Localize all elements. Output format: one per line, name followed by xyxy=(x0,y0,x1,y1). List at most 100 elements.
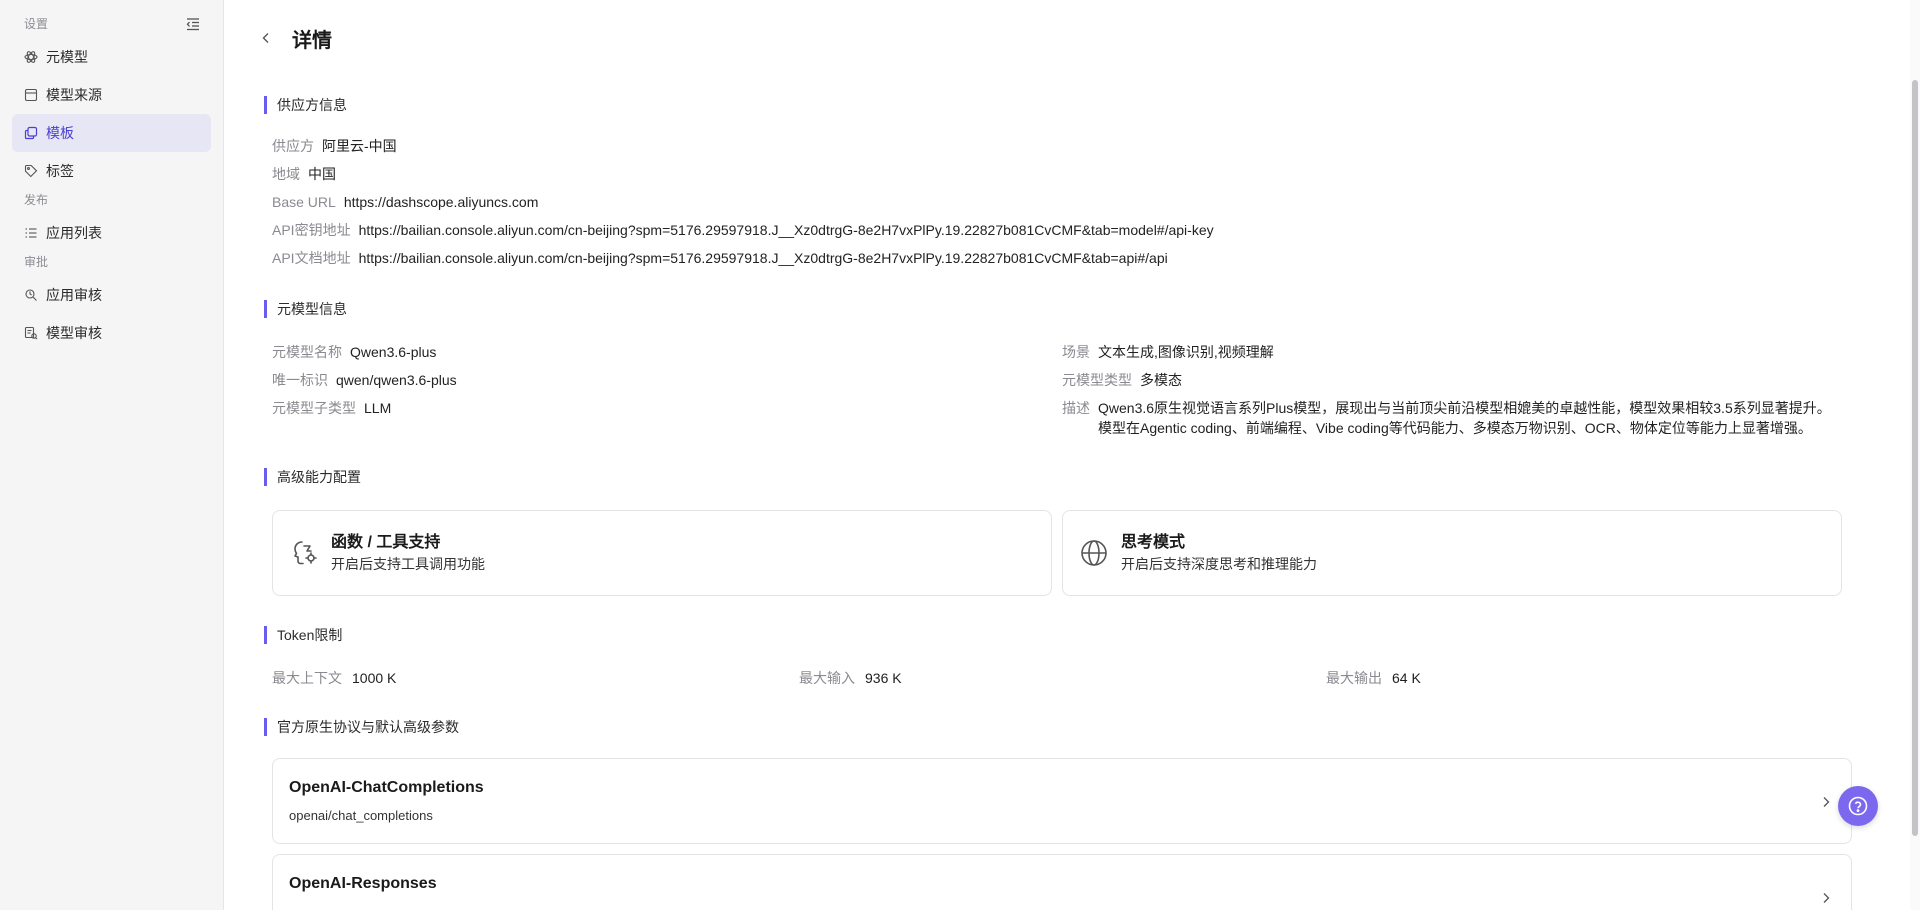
max-input: 最大输入 936 K xyxy=(799,668,1326,688)
vertical-scrollbar[interactable] xyxy=(1910,0,1920,910)
chevron-right-icon xyxy=(1819,891,1833,905)
section-title-advanced: 高级能力配置 xyxy=(264,468,1862,486)
sidebar-item-meta-model[interactable]: 元模型 xyxy=(12,38,211,76)
field-label: 最大上下文 xyxy=(272,670,342,686)
meta-model-type-row: 元模型类型 多模态 xyxy=(1062,370,1852,390)
sidebar: 设置 元模型 模型来源 模板 标签 发布 应用列表 审批 应用审核 模型审核 xyxy=(0,0,224,910)
sidebar-section-publish: 发布 xyxy=(24,193,49,207)
sidebar-item-app-review[interactable]: 应用审核 xyxy=(12,276,211,314)
tag-icon xyxy=(24,164,38,178)
field-value: 64 K xyxy=(1392,670,1421,686)
field-value: Qwen3.6-plus xyxy=(350,344,437,360)
section-title-meta-model: 元模型信息 xyxy=(264,300,1862,318)
protocol-list: OpenAI-ChatCompletions openai/chat_compl… xyxy=(272,758,1862,910)
app-review-icon xyxy=(24,288,38,302)
provider-api-key-row: API密钥地址 https://bailian.console.aliyun.c… xyxy=(272,220,1862,240)
field-label: 唯一标识 xyxy=(272,372,328,388)
provider-region-row: 地域 中国 xyxy=(272,164,1862,184)
capability-title: 思考模式 xyxy=(1121,534,1186,551)
capability-text: 函数 / 工具支持 开启后支持工具调用功能 xyxy=(331,532,485,574)
meta-model-left-column: 元模型名称 Qwen3.6-plus 唯一标识 qwen/qwen3.6-plu… xyxy=(272,342,1062,438)
field-value: 936 K xyxy=(865,670,902,686)
field-value: LLM xyxy=(364,400,392,416)
section-title-protocols: 官方原生协议与默认高级参数 xyxy=(264,718,1862,736)
meta-model-id-row: 唯一标识 qwen/qwen3.6-plus xyxy=(272,370,1062,390)
sidebar-item-tags[interactable]: 标签 xyxy=(12,152,211,190)
meta-model-subtype-row: 元模型子类型 LLM xyxy=(272,398,1062,418)
meta-model-scene-row: 场景 文本生成,图像识别,视频理解 xyxy=(1062,342,1852,362)
field-value: 阿里云-中国 xyxy=(322,138,397,154)
sidebar-item-label: 应用列表 xyxy=(46,225,102,241)
sidebar-item-app-list[interactable]: 应用列表 xyxy=(12,214,211,252)
field-label: API密钥地址 xyxy=(272,222,351,238)
provider-base-url-row: Base URL https://dashscope.aliyuncs.com xyxy=(272,192,1862,212)
sidebar-section-label: 设置 xyxy=(24,17,49,31)
sidebar-item-label: 模型审核 xyxy=(46,325,102,341)
sidebar-item-label: 元模型 xyxy=(46,49,88,65)
scrollbar-thumb[interactable] xyxy=(1912,80,1918,836)
capability-card-thinking-mode[interactable]: 思考模式 开启后支持深度思考和推理能力 xyxy=(1062,510,1842,596)
sidebar-section-approval: 审批 xyxy=(24,255,49,269)
capability-title: 函数 / 工具支持 xyxy=(331,534,441,551)
field-value: Qwen3.6原生视觉语言系列Plus模型，展现出与当前顶尖前沿模型相媲美的卓越… xyxy=(1098,398,1831,438)
sidebar-item-template[interactable]: 模板 xyxy=(12,114,211,152)
help-button[interactable] xyxy=(1838,786,1878,826)
help-icon xyxy=(1848,796,1868,816)
capability-card-function-tool[interactable]: 函数 / 工具支持 开启后支持工具调用功能 xyxy=(272,510,1052,596)
max-context: 最大上下文 1000 K xyxy=(272,668,799,688)
meta-model-desc-row: 描述 Qwen3.6原生视觉语言系列Plus模型，展现出与当前顶尖前沿模型相媲美… xyxy=(1062,398,1852,438)
sidebar-item-label: 模型来源 xyxy=(46,87,102,103)
field-label: 最大输出 xyxy=(1326,670,1382,686)
protocol-title: OpenAI-Responses xyxy=(289,875,437,892)
sidebar-item-model-source[interactable]: 模型来源 xyxy=(12,76,211,114)
field-label: Base URL xyxy=(272,194,336,210)
atom-icon xyxy=(24,50,38,64)
back-button[interactable] xyxy=(254,26,278,50)
protocol-card-openai-responses[interactable]: OpenAI-Responses xyxy=(272,854,1852,910)
collapse-sidebar-icon[interactable] xyxy=(185,16,201,32)
protocol-card-openai-chat-completions[interactable]: OpenAI-ChatCompletions openai/chat_compl… xyxy=(272,758,1852,844)
capability-description: 开启后支持工具调用功能 xyxy=(331,556,485,572)
token-limits: 最大上下文 1000 K 最大输入 936 K 最大输出 64 K xyxy=(272,668,1862,688)
copy-icon xyxy=(24,126,38,140)
capability-description: 开启后支持深度思考和推理能力 xyxy=(1121,556,1317,572)
field-value: 多模态 xyxy=(1140,372,1182,388)
window-icon xyxy=(24,88,38,102)
field-value: 1000 K xyxy=(352,670,397,686)
provider-api-doc-row: API文档地址 https://bailian.console.aliyun.c… xyxy=(272,248,1862,268)
list-icon xyxy=(24,226,38,240)
chevron-left-icon xyxy=(262,33,269,43)
field-value: 中国 xyxy=(308,166,336,182)
field-value: qwen/qwen3.6-plus xyxy=(336,372,457,388)
main-content: 详情 供应方信息 供应方 阿里云-中国 地域 中国 Base URL https… xyxy=(224,0,1920,910)
field-label: 最大输入 xyxy=(799,670,855,686)
protocol-subtitle: openai/chat_completions xyxy=(289,808,433,823)
sidebar-item-label: 模板 xyxy=(46,125,74,141)
sidebar-item-label: 应用审核 xyxy=(46,287,102,303)
page-header: 详情 xyxy=(224,0,1920,76)
provider-supplier-row: 供应方 阿里云-中国 xyxy=(272,136,1862,156)
capability-text: 思考模式 开启后支持深度思考和推理能力 xyxy=(1121,532,1317,574)
globe-icon xyxy=(1079,538,1109,568)
field-label: 描述 xyxy=(1062,400,1090,416)
api-doc-url: https://bailian.console.aliyun.com/cn-be… xyxy=(358,250,1168,266)
field-label: 地域 xyxy=(272,166,300,182)
chevron-right-icon xyxy=(1819,795,1833,809)
meta-model-info: 元模型名称 Qwen3.6-plus 唯一标识 qwen/qwen3.6-plu… xyxy=(272,342,1862,438)
section-title-provider: 供应方信息 xyxy=(264,96,1862,114)
section-title-token: Token限制 xyxy=(264,626,1862,644)
function-tool-icon xyxy=(289,538,319,568)
field-label: 场景 xyxy=(1062,344,1090,360)
field-label: 元模型名称 xyxy=(272,344,342,360)
field-value: https://dashscope.aliyuncs.com xyxy=(343,194,539,210)
field-value: 文本生成,图像识别,视频理解 xyxy=(1098,344,1274,360)
provider-info: 供应方 阿里云-中国 地域 中国 Base URL https://dashsc… xyxy=(272,136,1862,268)
field-label: API文档地址 xyxy=(272,250,351,266)
api-key-url: https://bailian.console.aliyun.com/cn-be… xyxy=(358,222,1214,238)
model-review-icon xyxy=(24,326,38,340)
meta-model-name-row: 元模型名称 Qwen3.6-plus xyxy=(272,342,1062,362)
meta-model-right-column: 场景 文本生成,图像识别,视频理解 元模型类型 多模态 描述 Qwen3.6原生… xyxy=(1062,342,1852,438)
sidebar-item-model-review[interactable]: 模型审核 xyxy=(12,314,211,352)
sidebar-section-settings: 设置 xyxy=(12,14,211,34)
page-title: 详情 xyxy=(292,29,332,52)
